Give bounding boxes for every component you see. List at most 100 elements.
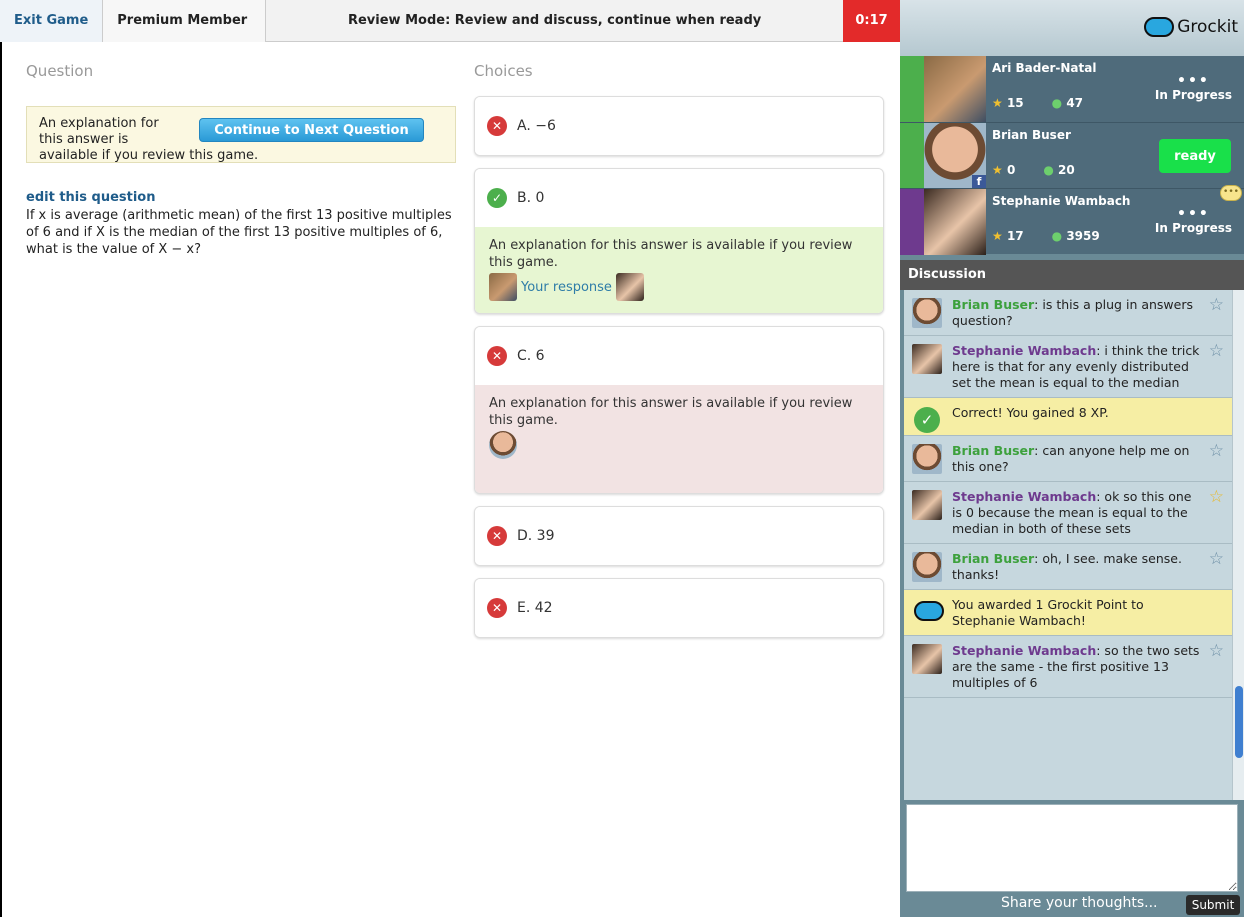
wrong-answer-icon: ✕	[487, 598, 507, 618]
chat-message: Brian Buser: can anyone help me on this …	[904, 436, 1232, 482]
grockit-logo: Grockit	[1144, 17, 1238, 37]
choice-e[interactable]: ✕ E. 42	[474, 578, 884, 638]
explanation-notice: An explanation for this answer is availa…	[26, 106, 456, 163]
wrong-answer-icon: ✕	[487, 116, 507, 136]
chat-message: Stephanie Wambach: i think the trick her…	[904, 336, 1232, 398]
point-count: ● 20	[1043, 163, 1075, 177]
message-input[interactable]	[906, 804, 1238, 892]
star-outline-icon[interactable]: ☆	[1209, 643, 1224, 660]
frame-left-border	[0, 0, 2, 917]
question-text: If x is average (arithmetic mean) of the…	[26, 208, 452, 257]
checkmark-icon: ✓	[914, 407, 940, 433]
question-heading: Question	[26, 62, 94, 80]
brian-avatar	[489, 431, 517, 459]
wrong-answer-icon: ✕	[487, 526, 507, 546]
star-icon: ★	[992, 163, 1003, 177]
system-message: You awarded 1 Grockit Point to Stephanie…	[904, 590, 1232, 636]
continue-next-question-button[interactable]: Continue to Next Question	[199, 118, 424, 142]
star-count: ★ 15	[992, 96, 1024, 110]
stephanie-avatar	[912, 644, 942, 674]
player-color-stripe	[900, 189, 924, 255]
choice-label: D. 39	[517, 528, 555, 544]
ari-avatar	[924, 56, 986, 122]
choice-a[interactable]: ✕ A. −6	[474, 96, 884, 156]
chat-message: Brian Buser: oh, I see. make sense. than…	[904, 544, 1232, 590]
message-author[interactable]: Brian Buser	[952, 297, 1034, 312]
player-card-brian[interactable]: f Brian Buser ★ 0 ● 20 ready	[900, 122, 1244, 189]
sidebar: Grockit Ari Bader-Natal ★ 15 ● 47 ••• In…	[900, 0, 1244, 917]
explanation-text-3: available if you review this game.	[39, 148, 259, 163]
speech-bubble-icon: •••	[1220, 185, 1242, 201]
correct-answer-icon: ✓	[487, 188, 507, 208]
chat-message: Stephanie Wambach: ok so this one is 0 b…	[904, 482, 1232, 544]
chat-message: Brian Buser: is this a plug in answers q…	[904, 290, 1232, 336]
exit-game-link[interactable]: Exit Game	[0, 0, 104, 42]
message-author[interactable]: Brian Buser	[952, 551, 1034, 566]
star-outline-icon[interactable]: ☆	[1209, 551, 1224, 568]
star-icon: ★	[992, 229, 1003, 243]
question-panel: Question An explanation for this answer …	[26, 62, 456, 258]
ari-avatar	[489, 273, 517, 301]
message-author[interactable]: Stephanie Wambach	[952, 489, 1096, 504]
brian-avatar	[912, 298, 942, 328]
player-color-stripe	[900, 123, 924, 189]
point-count: ● 47	[1051, 96, 1084, 110]
star-outline-icon[interactable]: ☆	[1209, 343, 1224, 360]
system-message: ✓ Correct! You gained 8 XP.	[904, 398, 1232, 436]
share-thoughts-label: Share your thoughts...	[1001, 895, 1158, 911]
star-icon: ★	[992, 96, 1003, 110]
star-filled-icon[interactable]: ☆	[1209, 489, 1224, 506]
player-card-stephanie[interactable]: Stephanie Wambach ••• ★ 17 ● 3959 ••• In…	[900, 185, 1244, 255]
points-icon: ●	[1051, 229, 1063, 243]
star-outline-icon[interactable]: ☆	[1209, 297, 1224, 314]
edit-question-link[interactable]: edit this question	[26, 190, 456, 205]
point-count: ● 3959	[1051, 229, 1100, 243]
message-author[interactable]: Stephanie Wambach	[952, 643, 1096, 658]
brian-avatar	[912, 552, 942, 582]
your-response-link[interactable]: Your response	[521, 279, 612, 296]
choice-label: A. −6	[517, 118, 556, 134]
wrong-answer-icon: ✕	[487, 346, 507, 366]
message-author[interactable]: Stephanie Wambach	[952, 343, 1096, 358]
discussion-header: Discussion	[900, 260, 1244, 290]
player-name: Brian Buser	[992, 128, 1071, 142]
membership-label: Premium Member	[103, 0, 267, 42]
choices-heading: Choices	[474, 62, 533, 80]
choice-explanation: An explanation for this answer is availa…	[475, 227, 883, 313]
logo-text: Grockit	[1177, 17, 1238, 37]
choices-panel: Choices ✕ A. −6 ✓ B. 0 An explanation fo…	[474, 62, 884, 650]
stephanie-avatar	[615, 273, 644, 301]
player-card-ari[interactable]: Ari Bader-Natal ★ 15 ● 47 ••• In Progres…	[900, 56, 1244, 122]
star-outline-icon[interactable]: ☆	[1209, 443, 1224, 460]
choice-c[interactable]: ✕ C. 6 An explanation for this answer is…	[474, 326, 884, 494]
points-icon: ●	[1051, 96, 1063, 110]
scrollbar-thumb[interactable]	[1235, 686, 1243, 758]
explanation-text: An explanation for this answer is availa…	[489, 396, 853, 428]
choice-explanation: An explanation for this answer is availa…	[475, 385, 883, 493]
facebook-icon: f	[972, 175, 986, 189]
explanation-text: An explanation for this answer is availa…	[489, 238, 853, 270]
grockit-cloud-icon	[914, 601, 944, 621]
choice-label: B. 0	[517, 190, 545, 206]
ready-status-badge: ready	[1159, 139, 1231, 173]
player-status: ••• In Progress	[1154, 73, 1232, 102]
stephanie-avatar	[912, 490, 942, 520]
stephanie-avatar	[924, 189, 986, 255]
message-author[interactable]: Brian Buser	[952, 443, 1034, 458]
system-message-text: Correct! You gained 8 XP.	[952, 405, 1109, 420]
timer-badge: 0:17	[843, 0, 900, 42]
choice-label: E. 42	[517, 600, 553, 616]
brian-avatar	[912, 444, 942, 474]
player-name: Stephanie Wambach	[992, 194, 1131, 208]
system-message-text: You awarded 1 Grockit Point to Stephanie…	[952, 597, 1144, 628]
sidebar-header: Grockit	[900, 0, 1244, 56]
discussion-list[interactable]: Brian Buser: is this a plug in answers q…	[904, 290, 1232, 800]
points-icon: ●	[1043, 163, 1054, 177]
star-count: ★ 0	[992, 163, 1016, 177]
choice-b[interactable]: ✓ B. 0 An explanation for this answer is…	[474, 168, 884, 314]
top-bar: Exit Game Premium Member Review Mode: Re…	[0, 0, 900, 42]
choice-label: C. 6	[517, 348, 545, 364]
discussion-scrollbar[interactable]	[1232, 290, 1244, 800]
submit-button[interactable]: Submit	[1186, 895, 1240, 915]
choice-d[interactable]: ✕ D. 39	[474, 506, 884, 566]
